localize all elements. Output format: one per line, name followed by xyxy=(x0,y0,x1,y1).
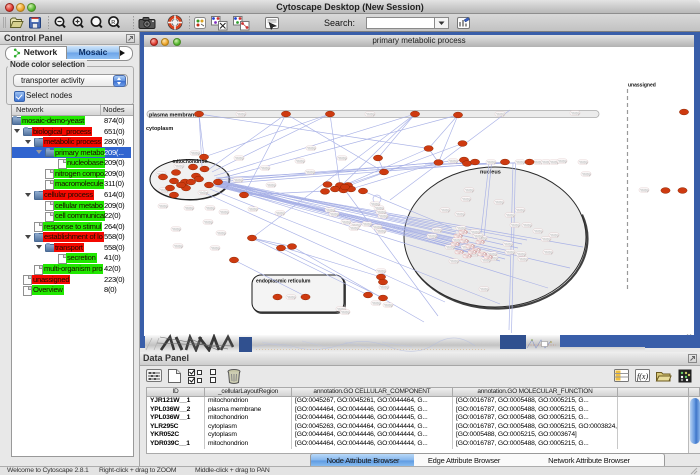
svg-text:Yhl0p: Yhl0p xyxy=(199,191,208,195)
svg-text:Yhl0p: Yhl0p xyxy=(474,234,483,238)
svg-text:Yhl0p: Yhl0p xyxy=(211,246,220,250)
svg-text:Ygl0p: Ygl0p xyxy=(455,234,463,238)
svg-text:Yhl0p: Yhl0p xyxy=(342,220,351,224)
svg-text:Yhl0p: Yhl0p xyxy=(640,188,649,192)
svg-text:Ygl0p: Ygl0p xyxy=(485,255,493,259)
svg-text:Yhl0p: Yhl0p xyxy=(534,229,543,233)
svg-text:Yhl0p: Yhl0p xyxy=(267,183,276,187)
svg-text:Yhl0p: Yhl0p xyxy=(550,233,559,237)
svg-text:Yhl0p: Yhl0p xyxy=(496,112,505,116)
svg-text:Yhl0p: Yhl0p xyxy=(220,210,229,214)
svg-text:Yhl0p: Yhl0p xyxy=(159,204,168,208)
svg-text:Yhl0p: Yhl0p xyxy=(204,220,213,224)
svg-text:Yhl0p: Yhl0p xyxy=(456,212,465,216)
svg-text:Yhl0p: Yhl0p xyxy=(462,197,471,201)
svg-text:Yhl0p: Yhl0p xyxy=(516,160,525,164)
svg-text:Yhl0p: Yhl0p xyxy=(296,159,305,163)
svg-text:Yhl0p: Yhl0p xyxy=(377,269,386,273)
svg-text:Yhl0p: Yhl0p xyxy=(504,242,513,246)
svg-text:Yhl0p: Yhl0p xyxy=(217,231,226,235)
svg-text:Yhl0p: Yhl0p xyxy=(579,160,588,164)
svg-text:Yhl0p: Yhl0p xyxy=(542,237,551,241)
svg-text:Yhl0p: Yhl0p xyxy=(372,301,381,305)
svg-text:Yhl0p: Yhl0p xyxy=(330,212,339,216)
svg-text:Yhl0p: Yhl0p xyxy=(174,244,183,248)
svg-text:Yhl0p: Yhl0p xyxy=(506,250,515,254)
svg-text:Yhl0p: Yhl0p xyxy=(379,214,388,218)
svg-text:Yhl0p: Yhl0p xyxy=(495,200,504,204)
svg-text:Yhl0p: Yhl0p xyxy=(366,112,375,116)
svg-text:Yhl0p: Yhl0p xyxy=(276,211,285,215)
svg-text:Yhl0p: Yhl0p xyxy=(377,229,386,233)
svg-text:cytoplasm: cytoplasm xyxy=(146,126,173,132)
svg-text:Yhl0p: Yhl0p xyxy=(306,170,315,174)
svg-text:Yhl0p: Yhl0p xyxy=(172,227,181,231)
svg-text:Yhl0p: Yhl0p xyxy=(175,164,184,168)
svg-text:Yhl0p: Yhl0p xyxy=(450,259,459,263)
svg-text:Yhl0p: Yhl0p xyxy=(261,166,270,170)
svg-text:Yhl0p: Yhl0p xyxy=(506,213,515,217)
svg-text:Yhl0p: Yhl0p xyxy=(384,303,393,307)
svg-text:Ygl0p: Ygl0p xyxy=(464,254,472,258)
svg-text:f(x): f(x) xyxy=(637,372,648,381)
svg-text:Yhl0p: Yhl0p xyxy=(449,159,458,163)
svg-text:Yhl0p: Yhl0p xyxy=(249,207,258,211)
svg-text:endoplasmic reticulum: endoplasmic reticulum xyxy=(256,279,311,285)
svg-text:Ygl0p: Ygl0p xyxy=(477,240,485,244)
svg-text:Yhl0p: Yhl0p xyxy=(511,223,520,227)
svg-text:Yhl0p: Yhl0p xyxy=(517,252,526,256)
svg-text:Yhl0p: Yhl0p xyxy=(350,226,359,230)
svg-text:Ygl0p: Ygl0p xyxy=(460,230,468,234)
svg-text:Ygl0p: Ygl0p xyxy=(461,239,469,243)
svg-text:Yhl0p: Yhl0p xyxy=(465,188,474,192)
svg-text:Yhl0p: Yhl0p xyxy=(558,159,567,163)
svg-text:Yhl0p: Yhl0p xyxy=(206,206,215,210)
svg-text:Yhl0p: Yhl0p xyxy=(363,222,372,226)
svg-text:Yhl0p: Yhl0p xyxy=(235,156,244,160)
svg-text:Yhl0p: Yhl0p xyxy=(234,178,243,182)
svg-text:plasma membrane: plasma membrane xyxy=(149,112,197,118)
svg-text:Ygl0p: Ygl0p xyxy=(452,242,460,246)
svg-text:Yhl0p: Yhl0p xyxy=(237,112,246,116)
svg-text:Yhl0p: Yhl0p xyxy=(519,257,528,261)
svg-text:Yhl0p: Yhl0p xyxy=(191,151,200,155)
svg-text:Yhl0p: Yhl0p xyxy=(441,208,450,212)
svg-text:Yhl0p: Yhl0p xyxy=(582,172,591,176)
svg-text:unassigned: unassigned xyxy=(628,83,656,89)
svg-text:Yhl0p: Yhl0p xyxy=(480,287,489,291)
svg-text:Yhl0p: Yhl0p xyxy=(571,111,580,115)
svg-text:Search:: Search: xyxy=(324,18,355,28)
svg-text:Yhl0p: Yhl0p xyxy=(516,208,525,212)
svg-text:Yhl0p: Yhl0p xyxy=(341,310,350,314)
svg-text:Yhl0p: Yhl0p xyxy=(307,146,316,150)
svg-text:Yhl0p: Yhl0p xyxy=(185,206,194,210)
svg-text:R: R xyxy=(111,20,115,26)
svg-text:Yhl0p: Yhl0p xyxy=(428,234,437,238)
svg-text:Yhl0p: Yhl0p xyxy=(338,156,347,160)
svg-text:Yhl0p: Yhl0p xyxy=(380,285,389,289)
svg-text:Yhl0p: Yhl0p xyxy=(487,160,496,164)
svg-text:Yhl0p: Yhl0p xyxy=(544,250,553,254)
svg-text:Yhl0p: Yhl0p xyxy=(433,228,442,232)
svg-text:Yhl0p: Yhl0p xyxy=(287,295,296,299)
svg-text:Yhl0p: Yhl0p xyxy=(523,223,532,227)
